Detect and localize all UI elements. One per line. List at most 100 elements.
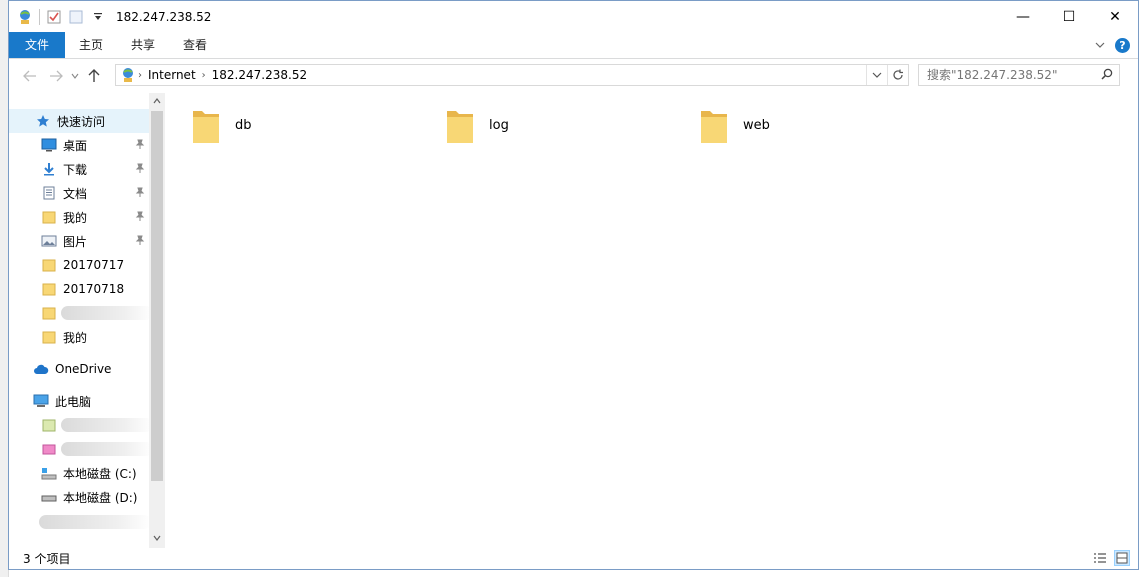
breadcrumb-chevron-icon[interactable]: › xyxy=(136,70,144,81)
network-location-icon xyxy=(120,67,136,83)
redacted-label xyxy=(61,418,153,432)
close-button[interactable]: ✕ xyxy=(1092,1,1138,32)
nav-item-downloads[interactable]: 下载 xyxy=(9,157,149,181)
download-icon xyxy=(41,161,57,177)
tab-view[interactable]: 查看 xyxy=(169,32,221,58)
nav-item-my-folder[interactable]: 我的 xyxy=(9,205,149,229)
nav-label: 本地磁盘 (C:) xyxy=(63,466,137,481)
forward-button[interactable] xyxy=(43,64,69,88)
navigation-bar: › Internet › 182.247.238.52 xyxy=(9,58,1138,93)
tab-file[interactable]: 文件 xyxy=(9,32,66,58)
redacted-label xyxy=(61,442,153,456)
window-title: 182.247.238.52 xyxy=(116,9,212,24)
folder-item-web[interactable]: web xyxy=(699,103,770,147)
maximize-button[interactable]: ☐ xyxy=(1046,1,1092,32)
minimize-button[interactable]: — xyxy=(1000,1,1046,32)
folder-icon xyxy=(41,209,57,225)
nav-label: 本地磁盘 (D:) xyxy=(63,490,138,505)
up-button[interactable] xyxy=(81,64,107,88)
redacted-label xyxy=(39,515,151,529)
nav-item-redacted-network[interactable] xyxy=(9,509,151,533)
customize-toolbar-chevron-icon[interactable] xyxy=(90,9,106,25)
nav-this-pc[interactable]: 此电脑 xyxy=(9,389,149,413)
nav-label: OneDrive xyxy=(55,362,112,376)
scrollbar-thumb[interactable] xyxy=(151,111,163,481)
breadcrumb-host[interactable]: 182.247.238.52 xyxy=(208,68,311,82)
folder-icon xyxy=(701,111,727,143)
nav-item-redacted-share[interactable] xyxy=(9,437,153,461)
folder-item-log[interactable]: log xyxy=(445,103,509,147)
nav-item-redacted[interactable] xyxy=(9,301,153,325)
folder-icon xyxy=(41,257,57,273)
nav-label: 20170717 xyxy=(63,258,125,272)
nav-label: 20170718 xyxy=(63,282,125,296)
desktop-icon xyxy=(41,137,57,153)
nav-label: 此电脑 xyxy=(55,394,92,409)
expand-ribbon-icon[interactable] xyxy=(1095,38,1105,52)
search-box[interactable] xyxy=(918,64,1120,86)
folder-name: log xyxy=(489,117,509,133)
folder-name: db xyxy=(235,117,252,133)
nav-item-redacted-drive[interactable] xyxy=(9,413,153,437)
new-folder-icon[interactable] xyxy=(68,9,84,25)
folder-name: web xyxy=(743,117,770,133)
back-button[interactable] xyxy=(17,64,43,88)
nav-item-pictures[interactable]: 图片 xyxy=(9,229,149,253)
details-view-icon[interactable] xyxy=(1092,550,1108,566)
help-icon[interactable]: ? xyxy=(1115,37,1130,53)
folder-icon xyxy=(447,111,473,143)
pin-icon[interactable] xyxy=(135,211,145,221)
nav-quick-access[interactable]: 快速访问 xyxy=(9,109,149,133)
navigation-pane: 快速访问 桌面 下载 文档 我的 图片 20170717 20170718 我的… xyxy=(9,93,165,548)
nav-item-drive-d[interactable]: 本地磁盘 (D:) xyxy=(9,485,149,509)
drive-icon xyxy=(41,417,57,433)
scroll-down-icon[interactable] xyxy=(149,530,165,546)
breadcrumb-chevron-icon[interactable]: › xyxy=(200,70,208,81)
large-icons-view-icon[interactable] xyxy=(1114,550,1130,566)
tab-share[interactable]: 共享 xyxy=(117,32,169,58)
breadcrumb-internet[interactable]: Internet xyxy=(144,68,200,82)
pin-icon[interactable] xyxy=(135,163,145,173)
address-bar-actions xyxy=(866,65,908,85)
address-bar[interactable]: › Internet › 182.247.238.52 xyxy=(115,64,909,86)
nav-label: 我的 xyxy=(63,330,88,345)
nav-item-20170718[interactable]: 20170718 xyxy=(9,277,149,301)
nav-label: 文档 xyxy=(63,186,88,201)
nav-onedrive[interactable]: OneDrive xyxy=(9,357,149,381)
pin-icon[interactable] xyxy=(135,187,145,197)
search-input[interactable] xyxy=(927,68,1087,82)
nav-item-20170717[interactable]: 20170717 xyxy=(9,253,149,277)
redacted-label xyxy=(61,306,153,320)
properties-icon[interactable] xyxy=(46,9,62,25)
nav-item-drive-c[interactable]: 本地磁盘 (C:) xyxy=(9,461,149,485)
recent-locations-button[interactable] xyxy=(69,64,81,88)
cloud-icon xyxy=(33,361,49,377)
file-explorer-window: 182.247.238.52 — ☐ ✕ 文件 主页 共享 查看 ? › Int… xyxy=(8,0,1139,570)
nav-item-desktop[interactable]: 桌面 xyxy=(9,133,149,157)
pin-icon[interactable] xyxy=(135,235,145,245)
nav-label: 下载 xyxy=(63,162,88,177)
nav-label: 桌面 xyxy=(63,138,88,153)
address-dropdown-icon[interactable] xyxy=(866,65,887,85)
nav-item-my-folder-2[interactable]: 我的 xyxy=(9,325,149,349)
star-icon xyxy=(35,113,51,129)
nav-item-documents[interactable]: 文档 xyxy=(9,181,149,205)
refresh-icon[interactable] xyxy=(887,65,908,85)
folder-icon xyxy=(41,329,57,345)
file-list: db log web xyxy=(165,93,1138,548)
scroll-up-icon[interactable] xyxy=(149,93,165,109)
folder-item-db[interactable]: db xyxy=(191,103,252,147)
drive-c-icon xyxy=(41,465,57,481)
share-icon xyxy=(41,441,57,457)
nav-label: 我的 xyxy=(63,210,88,225)
quick-access-toolbar xyxy=(9,8,106,25)
search-icon[interactable] xyxy=(1101,68,1113,83)
pictures-icon xyxy=(41,233,57,249)
item-count: 3 个项目 xyxy=(23,551,71,566)
nav-pane-scrollbar[interactable] xyxy=(149,93,165,548)
tab-home[interactable]: 主页 xyxy=(65,32,117,58)
pin-icon[interactable] xyxy=(135,139,145,149)
folder-icon xyxy=(41,305,57,321)
toolbar-separator xyxy=(39,8,40,25)
title-bar: 182.247.238.52 — ☐ ✕ xyxy=(9,1,1138,32)
